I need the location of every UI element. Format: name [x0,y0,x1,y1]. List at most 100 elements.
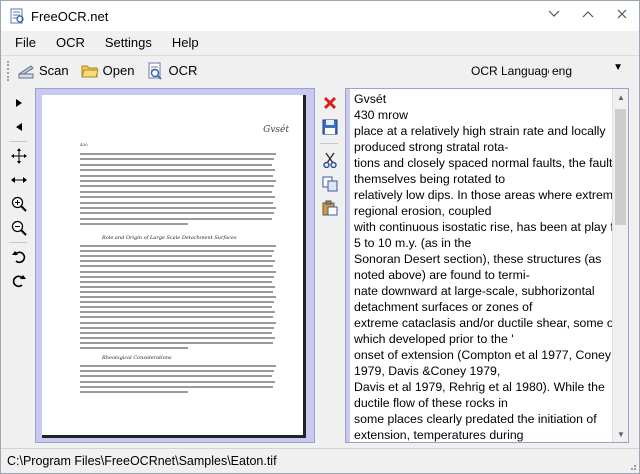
page-text-line [80,212,274,215]
ocr-text-line: 5 to 10 m.y. (as in the [354,236,472,250]
page-text-line [80,280,272,283]
ocr-language-value: eng [552,63,573,78]
resize-grip-icon[interactable] [627,461,637,471]
ocr-text-line: relatively low dips. In those areas wher… [354,188,612,202]
ocr-text-line: nate downward at large-scale, subhorizon… [354,284,595,298]
next-page-button[interactable] [9,91,29,115]
ocr-language-select[interactable]: eng ▼ [549,60,629,81]
text-tools [320,91,342,220]
status-file-path: C:\Program Files\FreeOCRnet\Samples\Eato… [7,454,277,468]
menu-help[interactable]: Help [172,35,199,50]
scan-button[interactable]: Scan [17,62,69,80]
scan-label: Scan [39,63,69,78]
rotate-left-icon [12,251,26,264]
ocr-text-line: with continuous isostatic rise, has been… [354,220,612,234]
text-panel: Gvsét 430 mrow place at a relatively high … [345,88,629,443]
page-text-line [80,207,276,209]
zoom-in-button[interactable] [9,192,29,216]
minimize-icon [548,10,560,17]
page-text-line [80,375,272,378]
page-text-line [80,347,188,349]
next-page-icon [16,99,22,107]
toolbar-grip[interactable] [7,60,11,81]
page-text-line [80,311,275,314]
rotate-left-button[interactable] [9,245,29,269]
scroll-down-icon[interactable]: ▼ [613,426,629,442]
page-text-line [80,185,274,188]
page-text-line [80,265,273,268]
page-text-line [80,301,274,304]
clear-button[interactable] [320,91,340,115]
minimize-button[interactable] [537,1,571,27]
copy-button[interactable] [320,172,340,196]
paste-button[interactable] [320,196,340,220]
ocr-text-line: which developed prior to the ' [354,332,514,346]
page-text-line [80,336,275,339]
ocr-text-line: extreme cataclasis and/or ductile shear,… [354,316,612,330]
rotate-right-icon [12,275,26,288]
menu-ocr[interactable]: OCR [56,35,85,50]
ocr-text-line: tions and closely spaced normal faults, … [354,156,612,170]
status-bar: C:\Program Files\FreeOCRnet\Samples\Eato… [1,448,639,473]
page-text-line [80,196,275,199]
page-text-line [80,260,275,263]
maximize-button[interactable] [571,1,605,27]
ocr-button[interactable]: OCR [146,62,197,80]
pan-button[interactable] [9,144,29,168]
ocr-text-line: onset of extension (Compton et al 1977, … [354,348,612,362]
fit-width-button[interactable] [9,168,29,192]
ocr-text-line: detachment surfaces or zones of [354,300,533,314]
toolbar: Scan Open OCR OCR Language eng ▼ [1,55,639,85]
rotate-right-button[interactable] [9,269,29,293]
ocr-text-line: themselves being rotated to [354,172,506,186]
page-text-line [80,169,275,172]
image-tools [9,91,33,293]
zoom-out-button[interactable] [9,216,29,240]
page-text-line [80,380,275,383]
ocr-text-line: Sonoran Desert section), these structure… [354,252,602,266]
prev-page-icon [16,123,22,131]
close-button[interactable] [605,1,639,27]
page-text-line [80,250,274,253]
ocr-icon [146,62,164,80]
cut-button[interactable] [320,148,340,172]
zoom-in-icon [11,196,27,212]
dropdown-arrow-icon: ▼ [613,62,623,73]
page-signature: Gvsét [263,125,289,135]
page-text-line [80,190,272,193]
open-button[interactable]: Open [80,62,135,80]
copy-icon [322,176,338,192]
menu-bar: File OCR Settings Help [1,31,639,53]
ocr-text-line: ductile flow of these rocks in [354,396,508,410]
pan-icon [11,148,27,164]
page-text-line [80,285,275,288]
paste-icon [322,200,338,216]
title-bar[interactable]: FreeOCR.net [1,1,639,31]
menu-file[interactable]: File [15,35,36,50]
folder-open-icon [80,62,99,80]
page-text-line [80,370,274,373]
open-label: Open [102,63,135,78]
scroll-up-icon[interactable]: ▲ [613,89,629,105]
ocr-text-line: regional erosion, coupled [354,204,492,218]
save-button[interactable] [320,115,340,139]
vertical-scrollbar[interactable]: ▲ ▼ [612,89,628,442]
page-text-line [80,290,273,293]
menu-settings[interactable]: Settings [105,35,152,50]
ocr-text-line: place at a relatively high strain rate a… [354,124,606,138]
ocr-label: OCR [168,63,198,78]
ocr-text-line: produced strong stratal rota- [354,140,509,154]
prev-page-button[interactable] [9,115,29,139]
ocr-text-line: 1979, Davis &Coney 1979, [354,364,501,378]
maximize-icon [582,11,594,18]
image-panel[interactable]: Gvsét 430 Role and Origin of Large Scale… [35,88,315,443]
close-icon [617,9,627,19]
page-text-line [80,341,273,344]
scroll-thumb[interactable] [615,109,626,225]
scanner-icon [17,62,35,80]
ocr-text-line: Davis et al 1979, Rehrig et al 1980). Wh… [354,380,605,394]
scanned-page-preview: Gvsét 430 Role and Origin of Large Scale… [42,95,306,438]
ocr-text-area[interactable]: Gvsét 430 mrow place at a relatively high … [350,89,612,442]
page-text-line [80,245,276,247]
page-text-line [80,365,276,367]
